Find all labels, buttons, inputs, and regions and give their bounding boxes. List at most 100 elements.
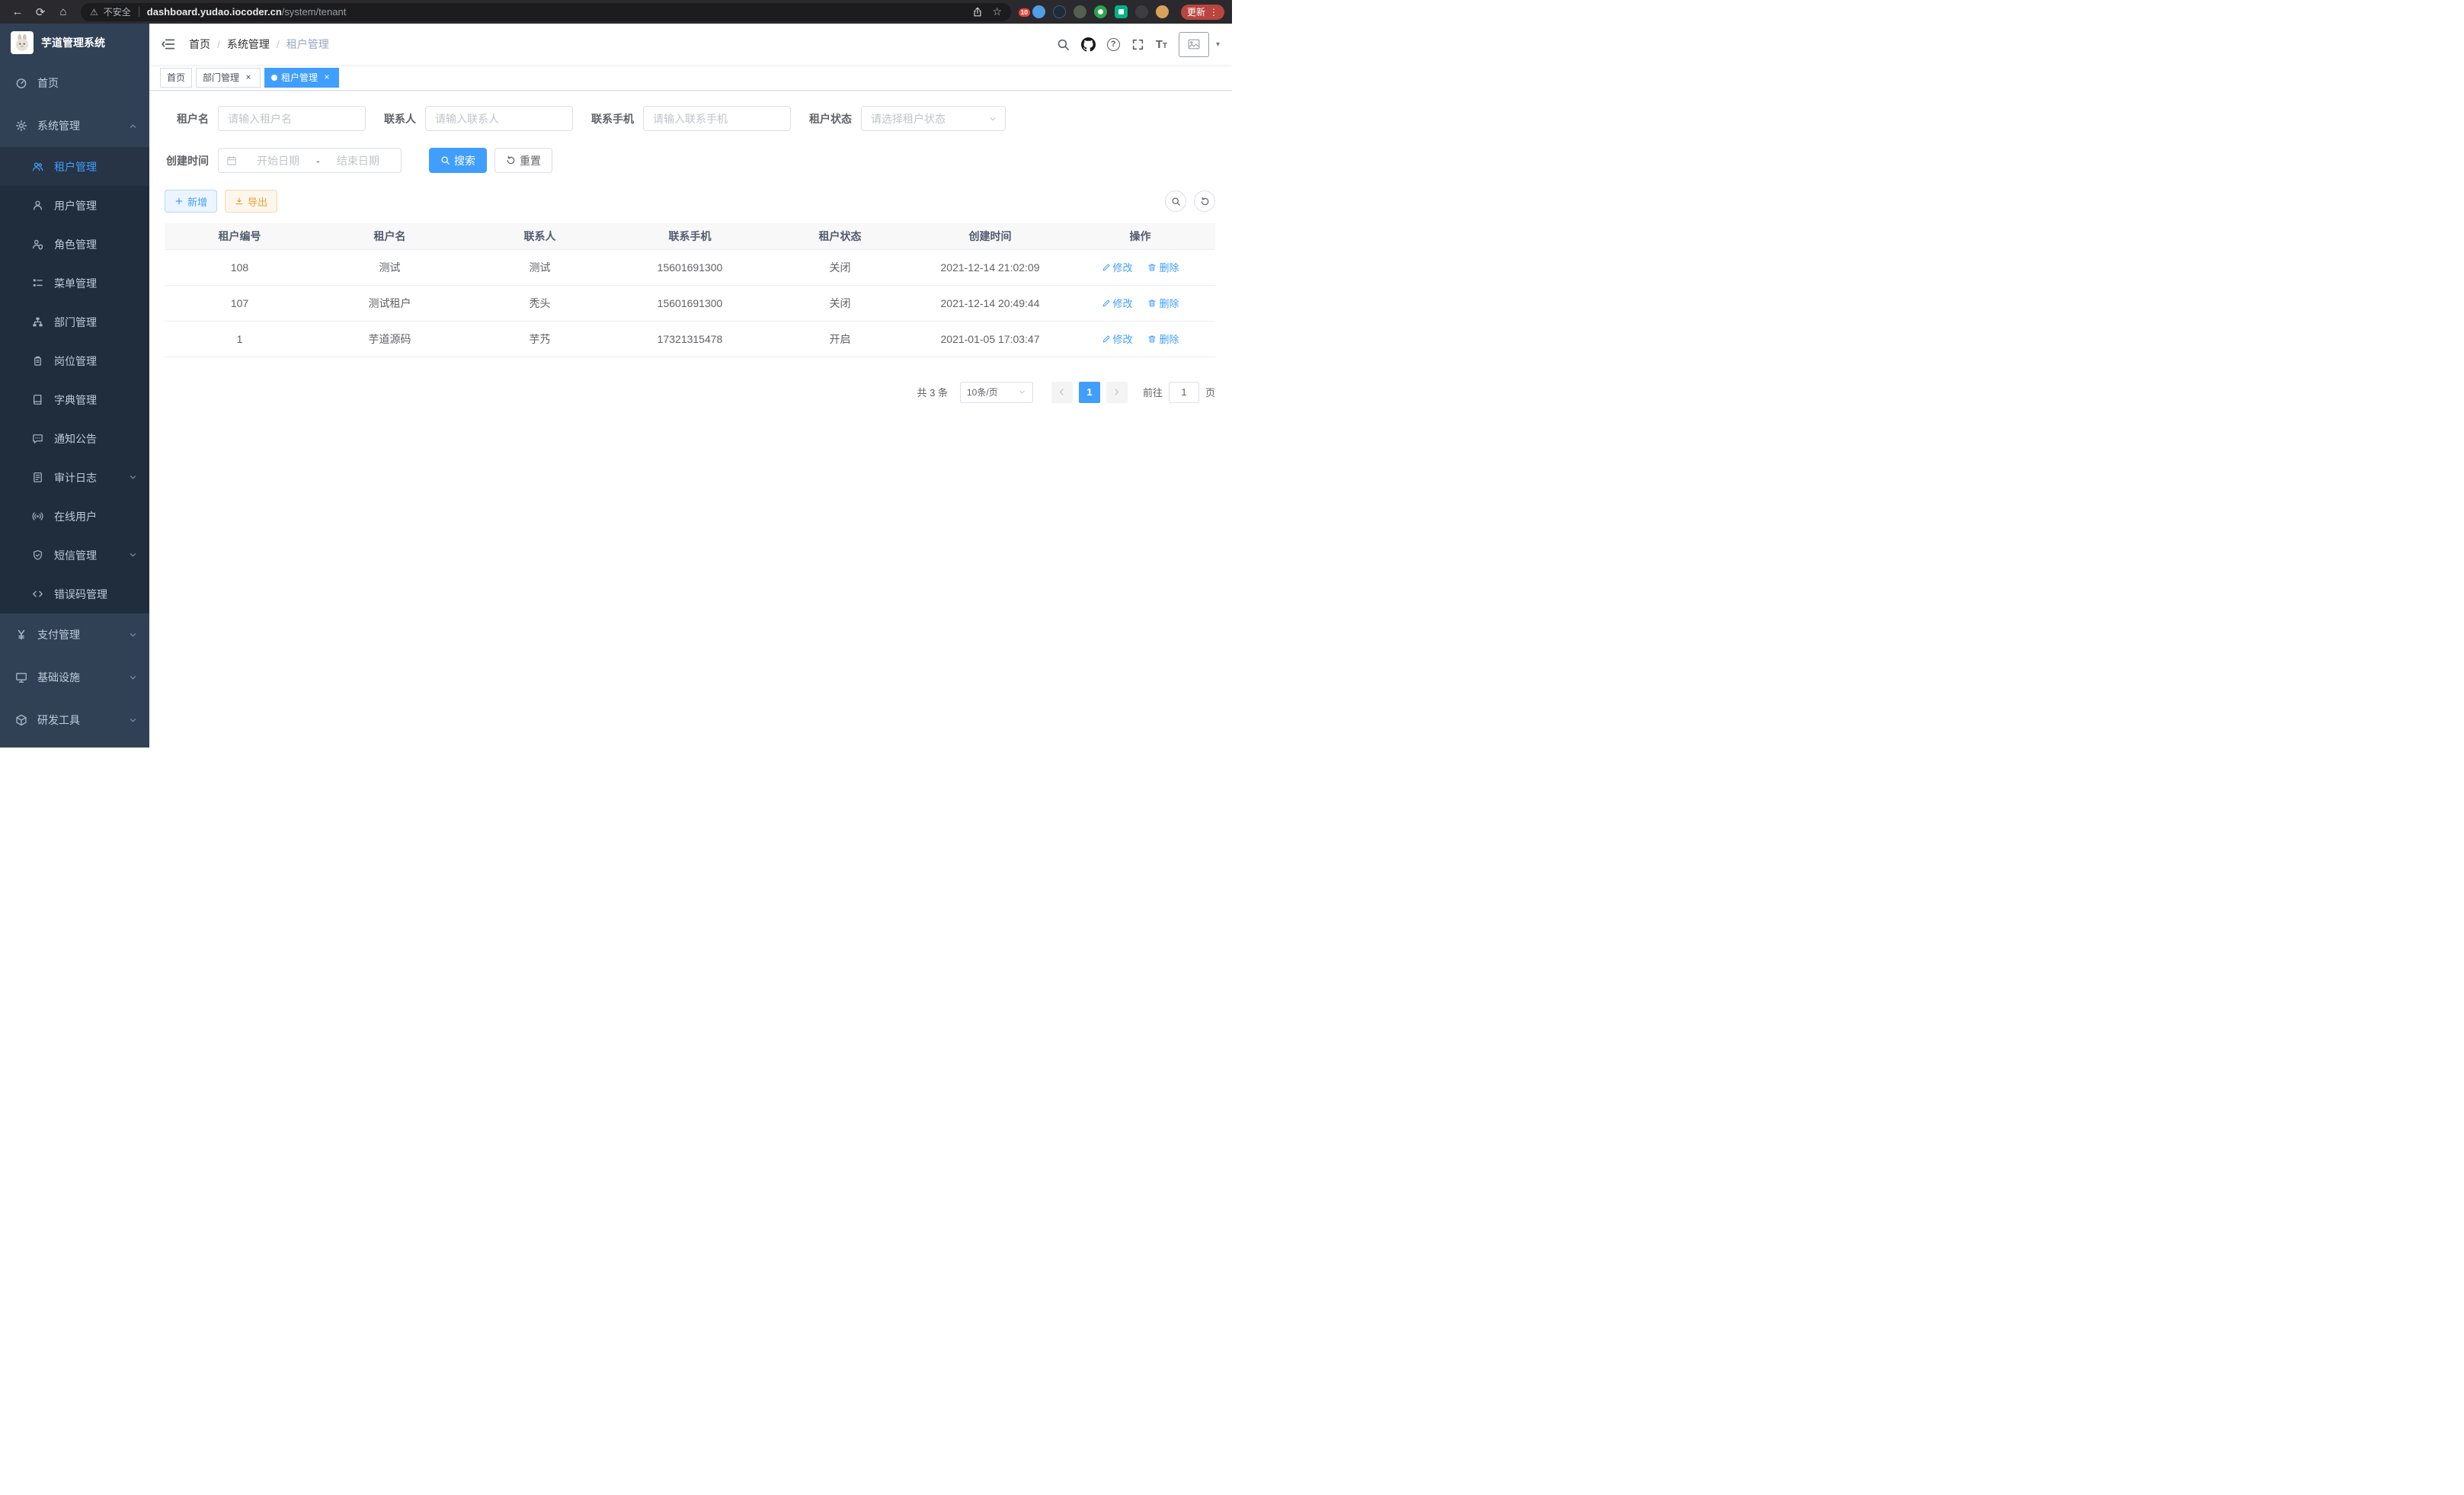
search-button[interactable]: 搜索 [429,148,487,173]
sidebar-item-dev-tools[interactable]: 研发工具 [0,699,149,741]
share-icon[interactable] [972,7,983,18]
edit-button[interactable]: 修改 [1102,331,1133,346]
sidebar-item-dict-management[interactable]: 字典管理 [0,380,149,419]
sidebar-item-menu-management[interactable]: 菜单管理 [0,264,149,303]
contact-input[interactable] [425,106,573,131]
table-header-row: 租户编号 租户名 联系人 联系手机 租户状态 创建时间 操作 [165,223,1215,249]
cell-tenant-id: 108 [165,249,315,285]
reset-button[interactable]: 重置 [494,148,552,173]
chevron-up-icon [129,122,137,130]
delete-button[interactable]: 删除 [1147,296,1179,310]
page-size-select[interactable]: 10条/页 [960,382,1033,403]
column-header: 租户名 [315,223,465,249]
sidebar-item-notice[interactable]: 通知公告 [0,419,149,458]
browser-toolbar: ← ⟳ ⌂ ⚠ 不安全 dashboard.yudao.iocoder.cn/s… [0,0,1232,24]
extension-icon-puzzle[interactable] [1135,5,1148,18]
close-icon[interactable]: × [243,72,254,83]
breadcrumb: 首页 系统管理 租户管理 [189,37,329,52]
create-time-range-picker[interactable]: 开始日期 - 结束日期 [218,148,402,173]
extension-icon-green-circle[interactable] [1094,5,1107,18]
back-icon[interactable]: ← [8,3,27,21]
chevron-down-icon [129,551,137,559]
chevron-left-icon [1058,388,1066,396]
export-button[interactable]: 导出 [225,190,277,213]
goto-page-input[interactable] [1169,382,1199,403]
sidebar-item-system-management[interactable]: 系统管理 [0,104,149,147]
cell-created: 2021-01-05 17:03:47 [915,321,1065,357]
delete-button[interactable]: 删除 [1147,260,1179,274]
toggle-search-button[interactable] [1165,190,1186,212]
tab-tenant-management[interactable]: 租户管理 × [264,68,339,88]
address-bar[interactable]: ⚠ 不安全 dashboard.yudao.iocoder.cn/system/… [81,3,1011,21]
refresh-table-button[interactable] [1194,190,1215,212]
cell-phone: 17321315478 [615,321,765,357]
trash-icon [1147,263,1157,272]
prev-page-button[interactable] [1051,382,1073,403]
tenant-name-input[interactable] [218,106,366,131]
close-icon[interactable]: × [322,72,332,83]
avatar[interactable] [1179,32,1209,57]
sidebar-item-sms-management[interactable]: 短信管理 [0,536,149,575]
tab-dept-management[interactable]: 部门管理 × [196,68,261,88]
next-page-button[interactable] [1106,382,1128,403]
sidebar-item-post-management[interactable]: 岗位管理 [0,341,149,380]
edit-button[interactable]: 修改 [1102,260,1133,274]
breadcrumb-system[interactable]: 系统管理 [227,37,270,52]
contact-label: 联系人 [384,111,416,126]
refresh-icon [1200,197,1210,206]
pencil-icon [1102,299,1111,308]
sidebar-item-infrastructure[interactable]: 基础设施 [0,656,149,699]
fullscreen-icon[interactable] [1131,38,1144,51]
system-submenu: 租户管理 用户管理 角色管理 菜单管理 部门管理 岗位管理 [0,147,149,613]
breadcrumb-home[interactable]: 首页 [189,37,210,52]
extension-icon-green-square[interactable] [1115,5,1128,18]
app-logo[interactable]: 芋道管理系统 [0,24,149,62]
help-icon[interactable]: ? [1107,38,1120,51]
sidebar-item-online-users[interactable]: 在线用户 [0,497,149,536]
refresh-icon [506,155,516,165]
status-select[interactable]: 请选择租户状态 [861,106,1006,131]
tenant-name-label: 租户名 [165,111,209,126]
font-size-icon[interactable]: TT [1156,39,1167,50]
tab-home[interactable]: 首页 [160,68,192,88]
browser-home-icon[interactable]: ⌂ [53,3,73,21]
sidebar-item-dept-management[interactable]: 部门管理 [0,303,149,341]
bookmark-star-icon[interactable]: ☆ [992,5,1002,18]
browser-menu-icon[interactable]: ⋮ [1209,8,1218,17]
chevron-down-icon [1018,388,1026,396]
page-unit-label: 页 [1205,385,1215,399]
table-row: 107 测试租户 秃头 15601691300 关闭 2021-12-14 20… [165,285,1215,321]
update-button[interactable]: 更新 ⋮ [1181,5,1224,20]
cell-contact: 芋艿 [465,321,615,357]
extension-icon-olive[interactable] [1074,5,1086,18]
sidebar-item-home[interactable]: 首页 [0,62,149,104]
active-dot [271,75,277,81]
phone-input[interactable] [643,106,791,131]
edit-button[interactable]: 修改 [1102,296,1133,310]
plus-icon [174,197,184,206]
sidebar-item-user-management[interactable]: 用户管理 [0,186,149,225]
reload-icon[interactable]: ⟳ [30,3,50,21]
extension-icon-tan[interactable] [1156,5,1169,18]
add-button[interactable]: 新增 [165,190,217,213]
sidebar-item-payment-management[interactable]: 支付管理 [0,613,149,656]
cell-status: 开启 [765,321,915,357]
tenant-icon [32,161,44,173]
sidebar-item-tenant-management[interactable]: 租户管理 [0,147,149,186]
delete-button[interactable]: 删除 [1147,331,1179,346]
sidebar-item-error-code-management[interactable]: 错误码管理 [0,575,149,613]
avatar-caret-icon[interactable]: ▾ [1216,40,1220,49]
search-icon[interactable] [1057,38,1070,51]
top-navbar: 首页 系统管理 租户管理 ? TT ▾ [149,24,1232,65]
sidebar-toggle-icon[interactable] [160,36,177,53]
chevron-down-icon [129,716,137,725]
extension-icon-dark-ring[interactable] [1053,5,1066,18]
sidebar-item-audit-log[interactable]: 审计日志 [0,458,149,497]
page-number-1[interactable]: 1 [1079,382,1100,403]
table-row: 1 芋道源码 芋艿 17321315478 开启 2021-01-05 17:0… [165,321,1215,357]
cell-created: 2021-12-14 21:02:09 [915,249,1065,285]
download-icon [235,197,244,206]
sidebar-item-role-management[interactable]: 角色管理 [0,225,149,264]
github-icon[interactable] [1081,37,1096,52]
extension-icon-blue[interactable] [1032,5,1045,18]
